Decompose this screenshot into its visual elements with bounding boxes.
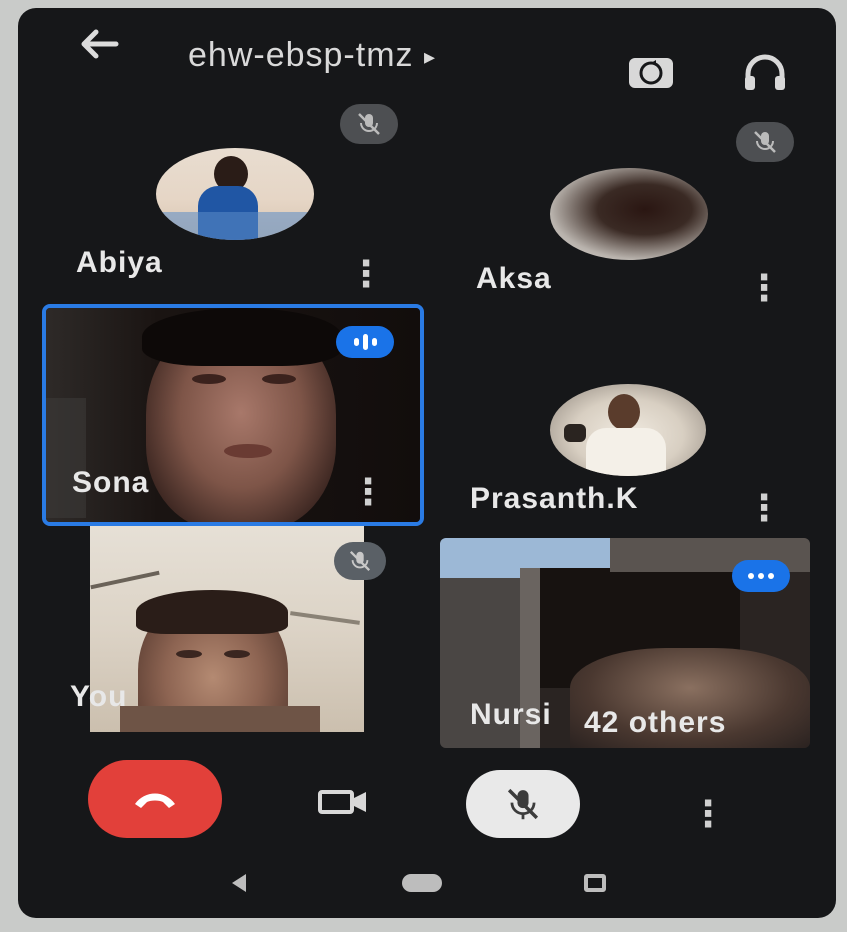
nav-recents-icon[interactable]	[584, 874, 606, 892]
others-count-label[interactable]: 42 others	[584, 706, 726, 740]
mic-off-icon	[507, 788, 539, 820]
participant-more-button[interactable]: ⋮	[746, 270, 782, 306]
participant-name: Abiya	[76, 246, 163, 279]
back-arrow-icon[interactable]	[76, 26, 120, 62]
participant-name: Sona	[72, 466, 150, 499]
headphones-icon[interactable]	[742, 52, 788, 92]
mic-muted-icon	[340, 104, 398, 144]
end-call-icon	[135, 793, 175, 808]
camera-icon	[318, 790, 366, 814]
participant-name: Aksa	[476, 262, 552, 295]
mic-muted-icon	[334, 542, 386, 580]
participant-more-button[interactable]: ⋮	[348, 256, 384, 292]
nav-back-icon[interactable]	[228, 872, 250, 899]
more-participants-speaking-icon	[732, 560, 790, 592]
participant-more-button[interactable]: ⋮	[350, 474, 386, 510]
mic-muted-icon	[736, 122, 794, 162]
avatar	[156, 148, 314, 240]
mic-toggle-button[interactable]	[466, 770, 580, 838]
participant-name: Prasanth.K	[470, 482, 639, 515]
speaking-indicator-icon	[336, 326, 394, 358]
participant-name: Nursi	[470, 698, 552, 731]
nav-home-icon[interactable]	[402, 874, 442, 892]
participant-more-button[interactable]: ⋮	[746, 490, 782, 526]
avatar	[550, 168, 708, 260]
avatar	[550, 384, 706, 476]
meeting-code-text: ehw-ebsp-tmz	[188, 36, 414, 74]
self-video-tile[interactable]	[90, 526, 364, 732]
meeting-info-chevron-icon: ▸	[423, 44, 437, 70]
switch-camera-icon[interactable]	[626, 50, 676, 94]
more-options-button[interactable]: ⋮	[690, 796, 726, 832]
end-call-button[interactable]	[88, 760, 222, 838]
meeting-code[interactable]: ehw-ebsp-tmz ▸	[188, 36, 436, 75]
meet-call-screen: ehw-ebsp-tmz ▸ Abiya ⋮ Aksa ⋮ Sona ⋮ Pra…	[18, 8, 836, 918]
participant-name: You	[70, 680, 128, 713]
camera-toggle-button[interactable]	[308, 778, 378, 826]
